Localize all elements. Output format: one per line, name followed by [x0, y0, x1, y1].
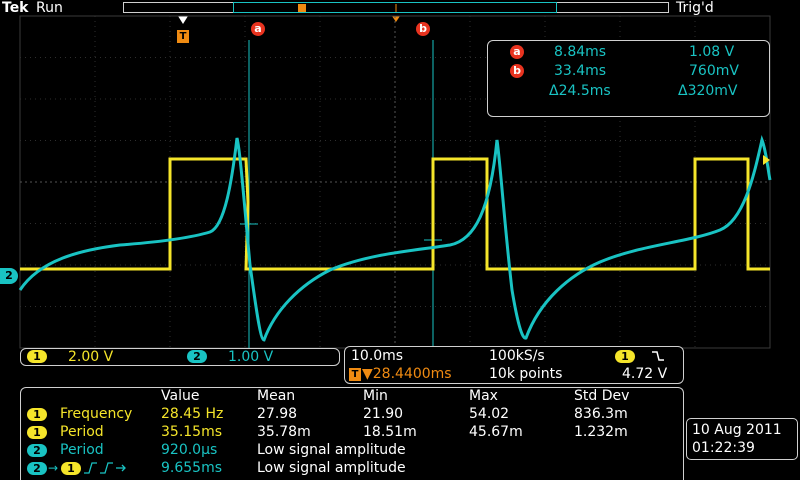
expansion-point-marker	[392, 16, 400, 22]
cursor-b-time: 33.4ms	[554, 63, 607, 79]
cursor-readout-panel: a 8.84ms 1.08 V b 33.4ms 760mV Δ24.5ms Δ…	[487, 40, 770, 117]
meas-header-value: Value	[161, 388, 200, 404]
ch2-scale[interactable]: 1.00 V	[228, 349, 273, 365]
delay-edges-icon	[83, 460, 133, 476]
time-per-division[interactable]: 10.0ms	[351, 348, 403, 364]
meas-row-value: 920.0µs	[161, 442, 218, 458]
cursor-b-value: 760mV	[689, 63, 739, 79]
meas-row-std: 836.3m	[574, 406, 628, 422]
meas-row-name[interactable]: Frequency	[60, 406, 132, 422]
ch1-scale-chip[interactable]: 1	[27, 350, 47, 363]
meas-header-max: Max	[469, 388, 498, 404]
cursor-delta-time: Δ24.5ms	[549, 83, 611, 99]
meas-row-value: 28.45 Hz	[161, 406, 224, 422]
ch2-ground-label: 2	[5, 269, 13, 282]
meas-header-mean: Mean	[257, 388, 296, 404]
record-length: 10k points	[489, 366, 563, 382]
measurements-panel: Value Mean Min Max Std Dev 1 Frequency 2…	[20, 387, 684, 480]
arrow-right-icon: →	[48, 461, 59, 475]
meas-row-mean: 27.98	[257, 406, 298, 422]
time-display: 01:22:39	[692, 440, 755, 456]
record-trigger-marker	[298, 4, 306, 12]
cursor-a-value: 1.08 V	[689, 44, 735, 60]
trigger-position-marker[interactable]: T	[177, 30, 189, 43]
trigger-source-chip[interactable]: 1	[615, 350, 635, 363]
meas-row-source-chip: 1	[27, 426, 47, 439]
cursor-a-readout-badge: a	[510, 45, 524, 59]
meas-header-stddev: Std Dev	[574, 388, 630, 404]
ch1-scale[interactable]: 2.00 V	[68, 349, 113, 365]
date-display: 10 Aug 2011	[692, 422, 782, 438]
trigger-position-value[interactable]: ▼28.4400ms	[362, 366, 452, 382]
cursor-a-badge[interactable]: a	[251, 22, 265, 36]
meas-row-max: 45.67m	[469, 424, 523, 440]
ch2-ground-marker[interactable]: 2	[0, 268, 18, 284]
sample-rate: 100kS/s	[489, 348, 545, 364]
meas-row-source-chip: 2	[27, 462, 47, 475]
cursor-b-badge[interactable]: b	[416, 22, 430, 36]
meas-row-source-chip: 2	[27, 444, 47, 457]
channel-scale-panel: 1 2.00 V 2 1.00 V	[20, 348, 340, 366]
ch2-scale-chip[interactable]: 2	[187, 350, 207, 363]
datetime-panel: 10 Aug 2011 01:22:39	[686, 418, 798, 460]
falling-edge-icon[interactable]	[651, 348, 665, 362]
ch2-waveform	[18, 135, 772, 342]
trigger-position-icon: T	[349, 368, 361, 381]
meas-row-name[interactable]: Period	[60, 442, 104, 458]
meas-row-max: 54.02	[469, 406, 510, 422]
meas-row-min: 18.51m	[363, 424, 417, 440]
cursor-delta-value: Δ320mV	[678, 83, 738, 99]
cursor-b-readout-badge: b	[510, 64, 524, 78]
cursor-a-time: 8.84ms	[554, 44, 607, 60]
meas-header-min: Min	[363, 388, 388, 404]
trigger-position-arrow	[178, 16, 188, 24]
meas-row-min: 21.90	[363, 406, 404, 422]
trigger-level[interactable]: 4.72 V	[622, 366, 667, 382]
meas-row-note: Low signal amplitude	[257, 460, 406, 476]
meas-row-source-chip: 1	[27, 408, 47, 421]
meas-row-std: 1.232m	[574, 424, 628, 440]
meas-row-value: 9.655ms	[161, 460, 223, 476]
meas-row-name[interactable]: Period	[60, 424, 104, 440]
meas-row-mean: 35.78m	[257, 424, 311, 440]
horizontal-trigger-panel: 10.0ms 100kS/s 1 T ▼28.4400ms 10k points…	[344, 346, 684, 384]
meas-row-value: 35.15ms	[161, 424, 223, 440]
meas-row-source2-chip: 1	[61, 462, 81, 475]
meas-row-note: Low signal amplitude	[257, 442, 406, 458]
